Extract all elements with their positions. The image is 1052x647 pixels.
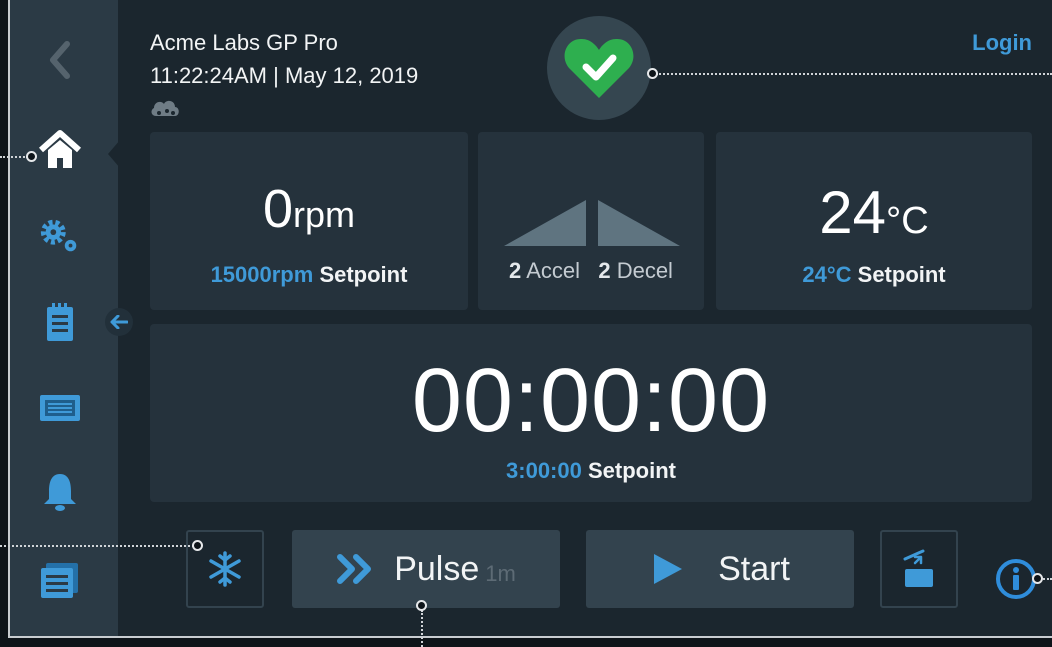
timer-readout: 00:00:00 [411, 351, 771, 451]
temperature-unit: °C [886, 200, 929, 242]
callout-dot-pulse [416, 600, 427, 611]
status-indicator[interactable] [547, 16, 651, 120]
login-link[interactable]: Login [972, 30, 1032, 56]
heart-check-icon [564, 38, 634, 98]
active-indicator [108, 140, 120, 168]
callout-dot-quick-cool [192, 540, 203, 551]
display-icon[interactable] [38, 386, 82, 430]
callout-line-home [0, 156, 28, 158]
temperature-panel[interactable]: 24°C 24°C Setpoint [716, 132, 1032, 310]
collapse-sidebar-button[interactable] [105, 308, 133, 336]
sidebar [10, 0, 120, 636]
accel-ramp-icon [504, 200, 586, 246]
timer-panel[interactable]: 00:00:00 3:00:00 Setpoint [150, 324, 1032, 502]
bell-icon[interactable] [38, 470, 82, 514]
programs-icon[interactable] [38, 558, 82, 602]
device-title: Acme Labs GP Pro [150, 30, 338, 55]
callout-dot-home [26, 151, 37, 162]
callout-line-status [656, 73, 1052, 75]
speed-setpoint: 15000rpm Setpoint [210, 262, 408, 287]
info-icon[interactable] [995, 558, 1037, 605]
start-button[interactable]: Start [586, 530, 854, 608]
callout-line-quick-cool [0, 545, 194, 547]
temperature-readout: 24°C [819, 179, 929, 246]
callout-dot-info [1032, 573, 1043, 584]
callout-dot-status [647, 68, 658, 79]
play-icon [654, 554, 683, 584]
accel-decel-panel[interactable]: 2 Accel 2 Decel [478, 132, 704, 310]
settings-icon[interactable] [38, 214, 82, 258]
device-screen: Acme Labs GP Pro 11:22:24AM | May 12, 20… [10, 0, 1052, 636]
snowflake-icon [209, 551, 241, 587]
temperature-setpoint: 24°C Setpoint [802, 262, 946, 287]
speed-unit: rpm [293, 194, 356, 235]
back-icon[interactable] [38, 38, 82, 82]
start-label: Start [718, 549, 790, 588]
timer-setpoint: 3:00:00 Setpoint [506, 458, 676, 483]
cloud-connection-icon [148, 96, 182, 125]
lid-open-icon [903, 549, 933, 587]
callout-line-pulse [421, 610, 423, 647]
date-time: 11:22:24AM | May 12, 2019 [150, 63, 419, 88]
run-log-icon[interactable] [38, 300, 82, 344]
double-chevron-right-icon [337, 554, 372, 584]
decel-ramp-icon [598, 200, 680, 246]
accel-decel-labels: 2 Accel 2 Decel [509, 258, 673, 283]
pulse-label: Pulse [394, 549, 480, 588]
pulse-button[interactable]: Pulse 1m [292, 530, 560, 608]
arrow-left-icon [110, 315, 128, 329]
home-icon[interactable] [38, 128, 82, 172]
pulse-duration: 1m [485, 561, 516, 586]
open-lid-button[interactable] [880, 530, 958, 608]
speed-panel[interactable]: 0rpm 15000rpm Setpoint [150, 132, 468, 310]
speed-readout: 0rpm [262, 179, 356, 239]
